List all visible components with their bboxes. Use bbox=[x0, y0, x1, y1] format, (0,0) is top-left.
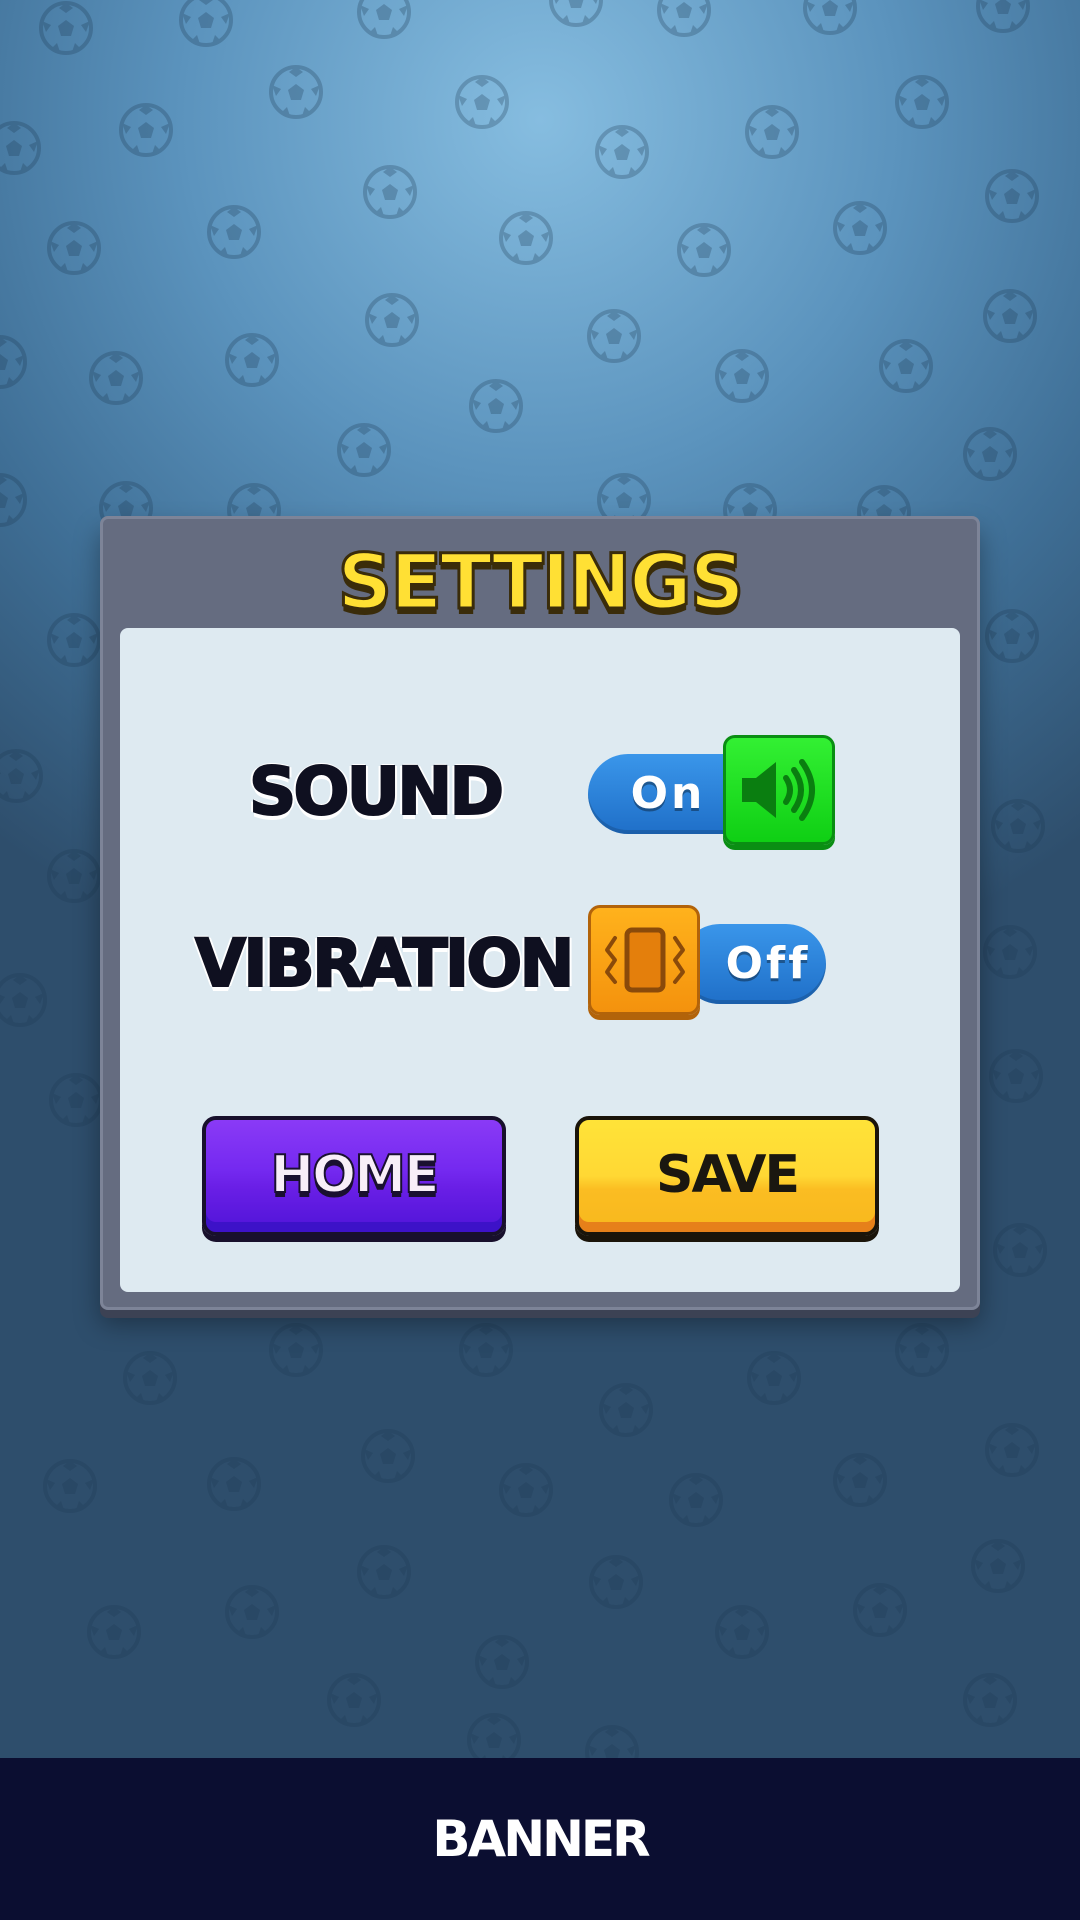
vibration-label: VIBRATION bbox=[194, 924, 576, 1003]
phone-vibration-icon bbox=[605, 927, 685, 993]
page-title: SETTINGS bbox=[336, 536, 746, 628]
speaker-icon bbox=[742, 759, 815, 821]
vibration-state-text: Off bbox=[725, 938, 811, 989]
sound-state-text: On bbox=[630, 768, 706, 819]
sound-toggle-knob[interactable] bbox=[723, 735, 835, 845]
sound-label: SOUND bbox=[248, 752, 505, 831]
save-button[interactable]: SAVE bbox=[575, 1116, 879, 1236]
vibration-toggle-knob[interactable] bbox=[588, 905, 700, 1015]
settings-content: SOUND On VIBRATION Off HOME SAVE bbox=[120, 628, 960, 1292]
ad-banner[interactable]: BANNER bbox=[0, 1758, 1080, 1920]
banner-label: BANNER bbox=[432, 1810, 650, 1868]
vibration-toggle[interactable]: Off bbox=[680, 924, 826, 1004]
settings-panel: SETTINGS SOUND On VIBRATION Off HOME SAV… bbox=[100, 516, 980, 1310]
home-button[interactable]: HOME bbox=[202, 1116, 506, 1236]
